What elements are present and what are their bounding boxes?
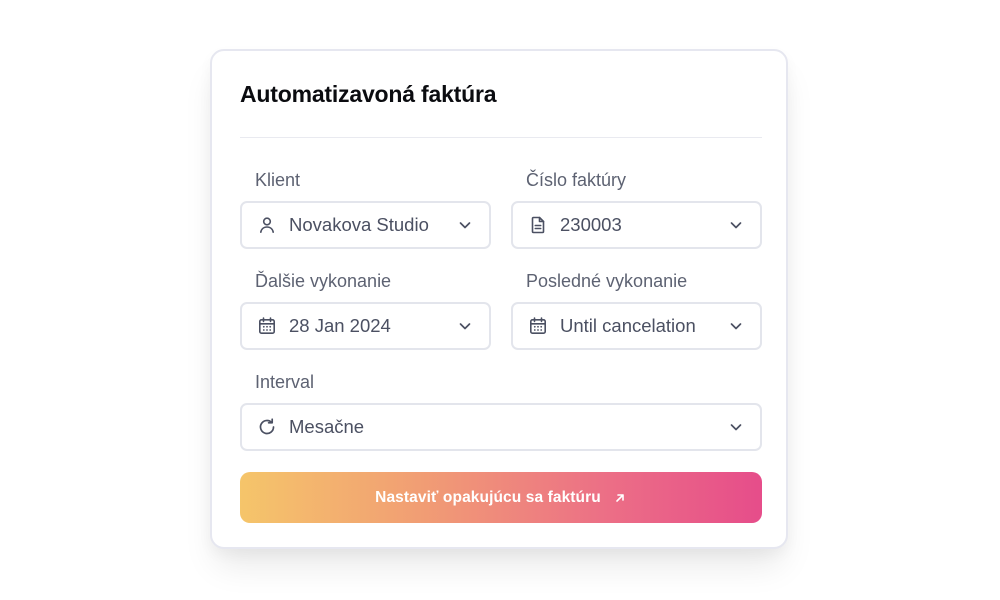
next-run-date-select[interactable]: 28 Jan 2024 xyxy=(240,302,491,350)
last-run-value: Until cancelation xyxy=(560,315,696,336)
last-run-date-select[interactable]: Until cancelation xyxy=(511,302,762,350)
client-select[interactable]: Novakova Studio xyxy=(240,201,491,249)
title-divider xyxy=(240,137,762,138)
invoice-number-label: Číslo faktúry xyxy=(526,170,627,190)
last-run-label: Posledné vykonanie xyxy=(526,271,688,291)
arrow-up-right-icon xyxy=(613,491,627,505)
next-run-value: 28 Jan 2024 xyxy=(289,315,391,336)
chevron-down-icon xyxy=(457,318,473,334)
next-run-label: Ďalšie vykonanie xyxy=(255,271,392,291)
chevron-down-icon xyxy=(728,217,744,233)
refresh-icon xyxy=(257,417,277,437)
interval-value: Mesačne xyxy=(289,416,365,437)
interval-label: Interval xyxy=(255,372,315,392)
interval-select[interactable]: Mesačne xyxy=(240,403,762,451)
set-recurring-invoice-label: Nastaviť opakujúcu sa faktúru xyxy=(375,488,601,506)
document-icon xyxy=(528,215,548,235)
client-value: Novakova Studio xyxy=(289,214,429,235)
card-title: Automatizavoná faktúra xyxy=(240,81,497,107)
client-label: Klient xyxy=(255,170,301,190)
invoice-number-value: 230003 xyxy=(560,214,622,235)
invoice-number-select[interactable]: 230003 xyxy=(511,201,762,249)
chevron-down-icon xyxy=(728,419,744,435)
chevron-down-icon xyxy=(728,318,744,334)
calendar-icon xyxy=(528,316,548,336)
chevron-down-icon xyxy=(457,217,473,233)
calendar-icon xyxy=(257,316,277,336)
set-recurring-invoice-button[interactable]: Nastaviť opakujúcu sa faktúru xyxy=(240,472,762,523)
recurring-invoice-card: Automatizavoná faktúra Klient Novakova S… xyxy=(210,49,788,549)
user-icon xyxy=(257,215,277,235)
